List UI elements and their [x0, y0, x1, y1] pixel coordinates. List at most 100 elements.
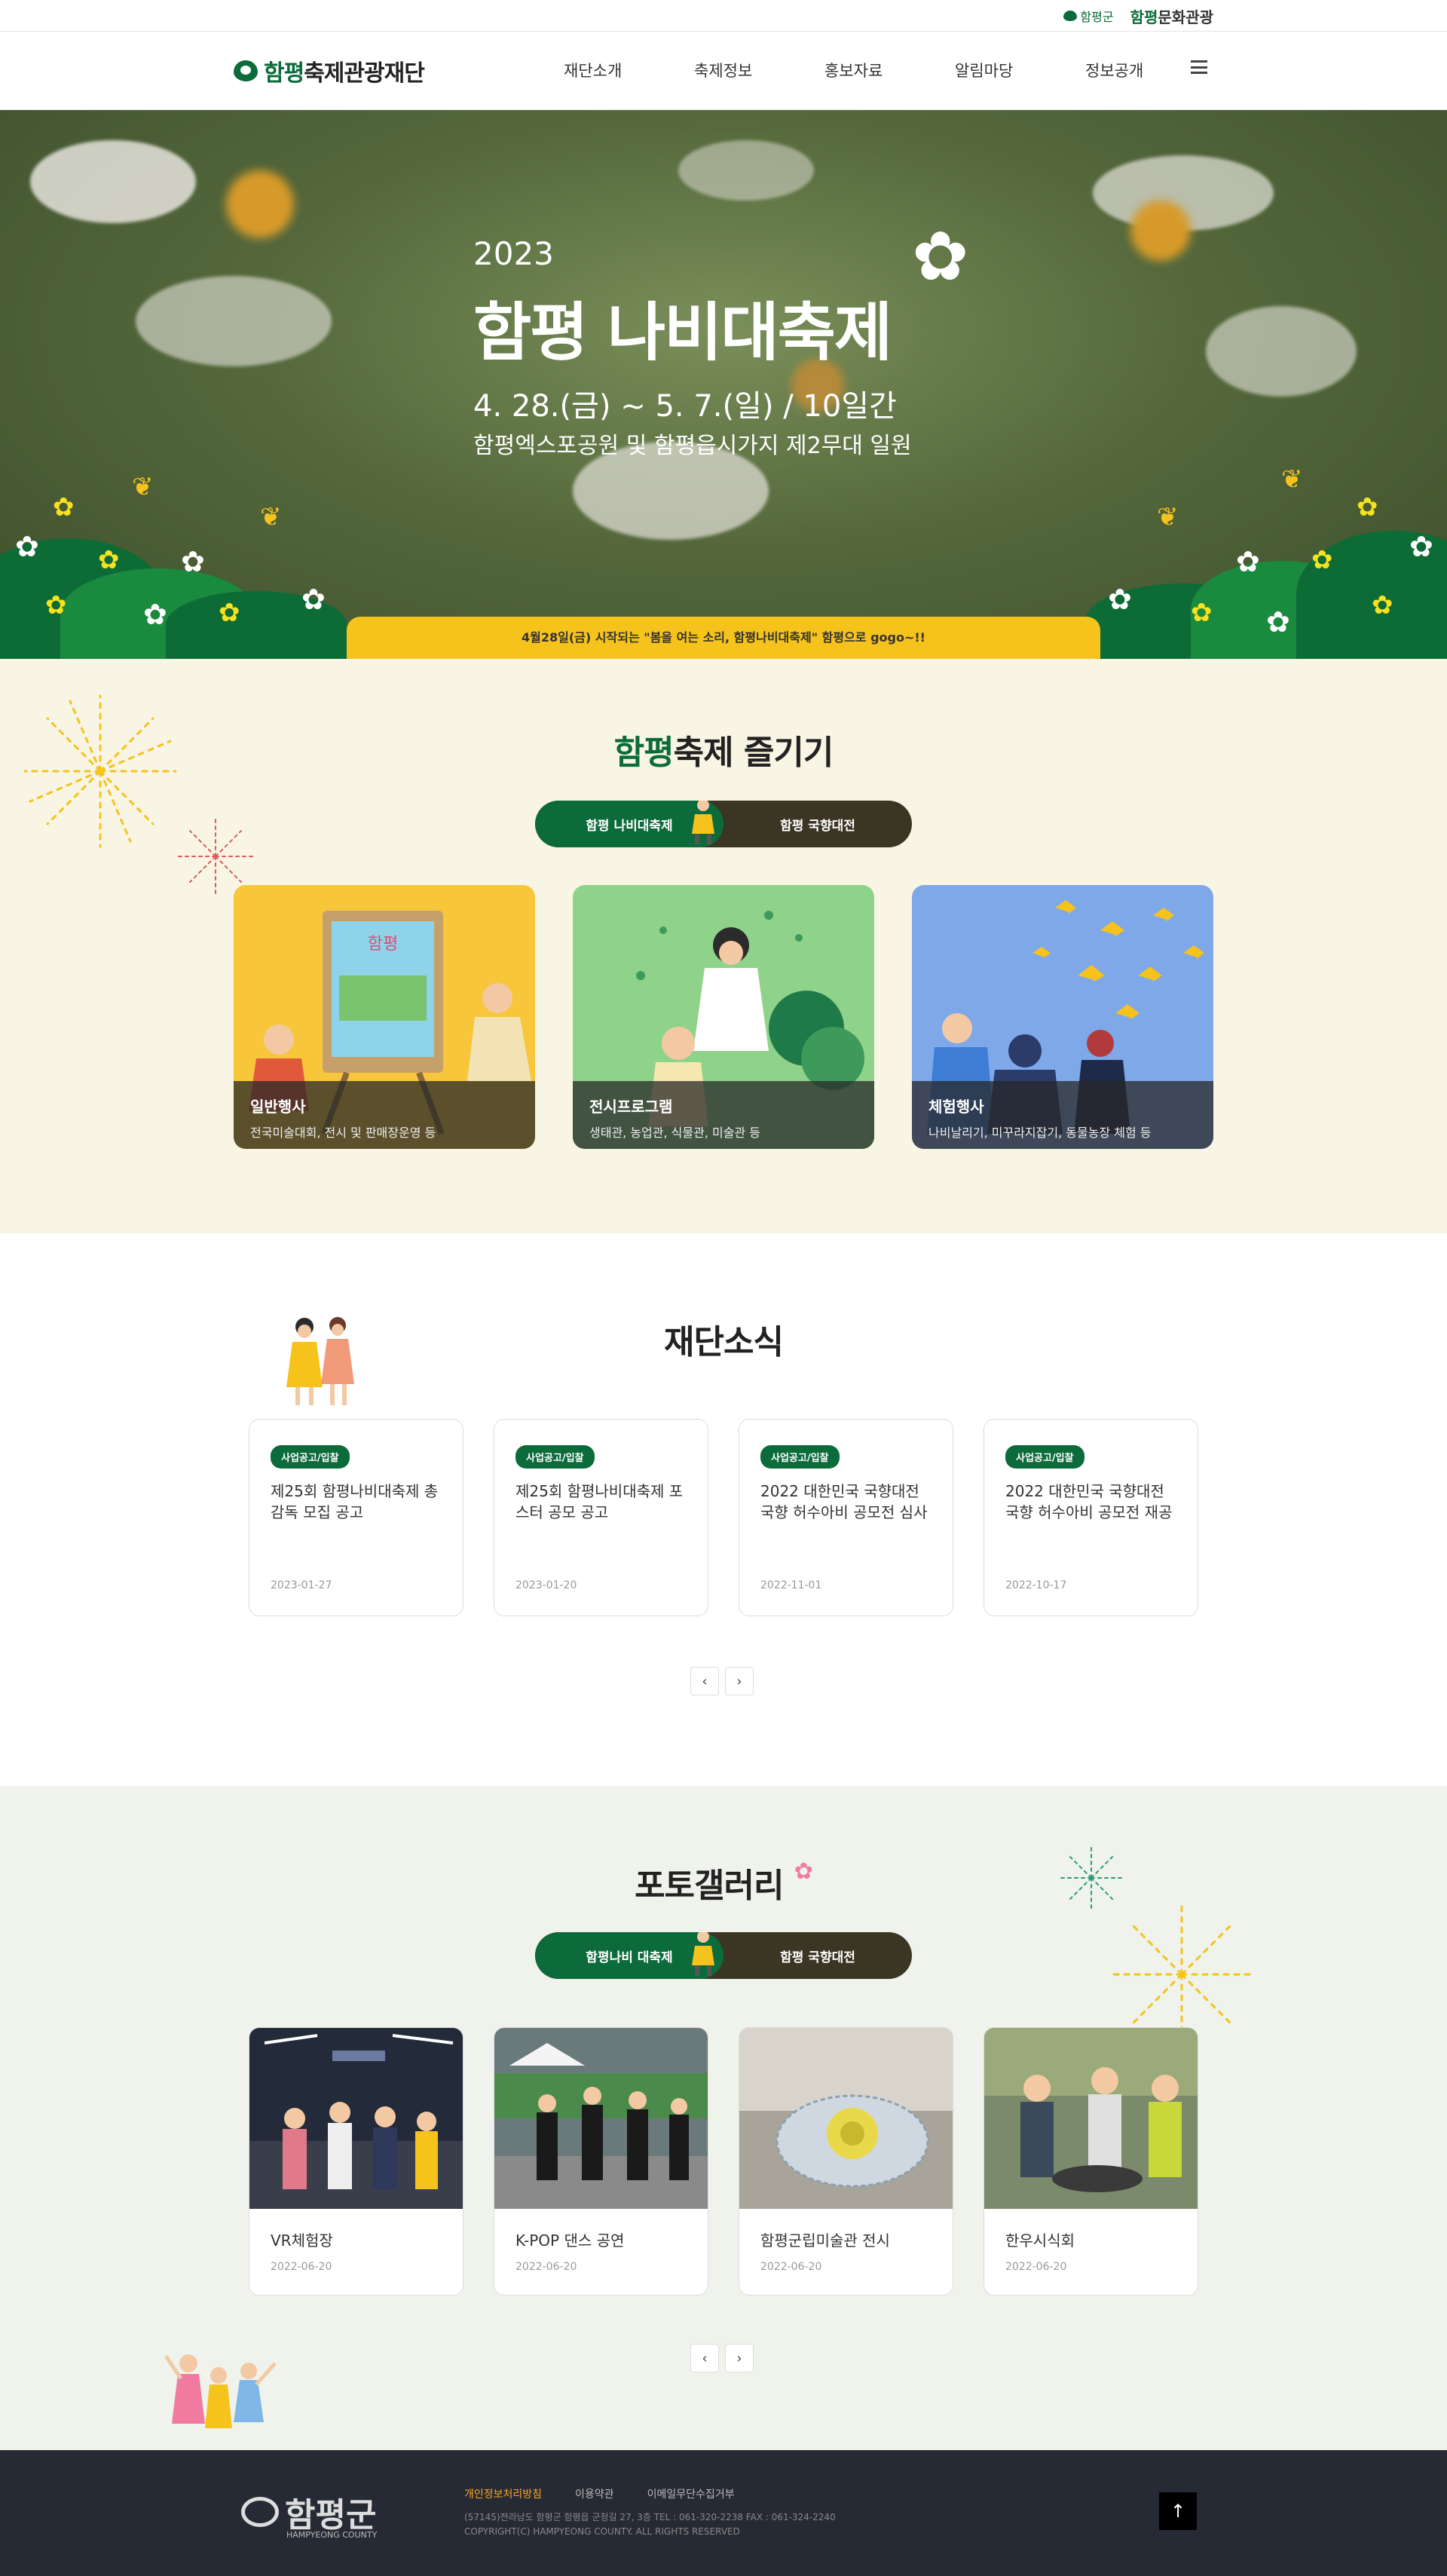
gallery-title: 포토갤러리 ✿	[0, 1858, 1447, 1907]
hero-date: 4. 28.(금) ~ 5. 7.(일) / 10일간	[473, 389, 897, 424]
news-badge: 사업공고/입찰	[760, 1445, 840, 1469]
nav-foundation[interactable]: 재단소개	[564, 59, 694, 81]
gallery-list: VR체험장 2022-06-20 K-POP 댄스 공연 2022-06-20	[249, 2027, 1198, 2296]
firework-red-icon	[177, 818, 254, 895]
news-card-title: 2022 대한민국 국향대전 국향 허수아비 공모전 재공	[1005, 1482, 1173, 1521]
news-pager: ‹ ›	[690, 1667, 758, 1695]
news-card-title: 제25회 함평나비대축제 총감독 모집 공고	[271, 1482, 439, 1521]
scroll-top-button[interactable]: ↑	[1159, 2492, 1197, 2530]
footer-logo[interactable]: 함평군 HAMPYEONG COUNTY	[241, 2488, 377, 2540]
bg-petal	[30, 140, 196, 223]
card-title: 전시프로그램	[589, 1098, 673, 1116]
county-link[interactable]: 함평군	[1063, 7, 1114, 25]
gallery-photo-beef	[984, 2028, 1198, 2209]
bg-flower-center	[1130, 201, 1191, 261]
butterfly-icon: ❦	[1281, 464, 1303, 495]
gallery-photo-kpop	[494, 2028, 708, 2209]
white-flower-icon: ✿	[1236, 545, 1260, 578]
card-exhibition-program[interactable]: 전시프로그램 생태관, 농업관, 식물관, 미술관 등	[573, 885, 874, 1149]
email-refusal-link[interactable]: 이메일무단수집거부	[647, 2486, 735, 2501]
footer-logo-sub: HAMPYEONG COUNTY	[286, 2530, 378, 2540]
news-badge: 사업공고/입찰	[1005, 1445, 1084, 1469]
card-title: 체험행사	[928, 1098, 984, 1116]
festival-title-rest: 축제 즐기기	[673, 734, 834, 772]
gallery-card[interactable]: K-POP 댄스 공연 2022-06-20	[494, 2027, 708, 2296]
gallery-card-title: 한우시식회	[1005, 2231, 1075, 2250]
gallery-next-button[interactable]: ›	[725, 2344, 754, 2372]
pink-flower-icon: ✿	[794, 1858, 813, 1885]
news-card-date: 2023-01-27	[271, 1579, 332, 1591]
news-card-date: 2023-01-20	[515, 1579, 577, 1591]
county-emblem-icon	[241, 2497, 279, 2527]
news-card-date: 2022-11-01	[760, 1579, 822, 1591]
card-caption: 체험행사 나비날리기, 미꾸라지잡기, 동물농장 체험 등	[912, 1081, 1213, 1149]
county-logo-icon	[1063, 11, 1078, 21]
news-card[interactable]: 사업공고/입찰 2022 대한민국 국향대전 국향 허수아비 공모전 재공 20…	[984, 1419, 1198, 1616]
gallery-title-text: 포토갤러리	[635, 1867, 784, 1905]
gallery-photo-vr	[249, 2028, 463, 2209]
card-caption: 전시프로그램 생태관, 농업관, 식물관, 미술관 등	[573, 1081, 874, 1149]
logo-rest: 축제관광재단	[304, 60, 425, 87]
footer-address-block: (57145)전라남도 함평군 함평읍 군청길 27, 3층 TEL : 061…	[464, 2510, 836, 2539]
white-flower-icon: ✿	[301, 583, 326, 616]
festival-title-prefix: 함평	[613, 734, 675, 772]
news-card[interactable]: 사업공고/입찰 제25회 함평나비대축제 총감독 모집 공고 2023-01-2…	[249, 1419, 463, 1616]
festival-tabs: 함평 나비대축제 함평 국향대전	[535, 801, 912, 847]
gallery-section: 포토갤러리 ✿ 함평나비 대축제 함평 국향대전 VR체험장 2022-06-2…	[0, 1786, 1447, 2450]
menu-hamburger-icon[interactable]	[1191, 60, 1207, 74]
news-card[interactable]: 사업공고/입찰 2022 대한민국 국향대전 국향 허수아비 공모전 심사 20…	[739, 1419, 953, 1616]
gallery-card[interactable]: 함평군립미술관 전시 2022-06-20	[739, 2027, 953, 2296]
white-flower-icon: ✿	[1266, 605, 1290, 639]
daisy-icon: ✿	[912, 217, 969, 296]
culture-rest: 문화관광	[1158, 8, 1213, 26]
bg-petal	[1206, 306, 1357, 397]
site-logo[interactable]: 함평축제관광재단	[234, 54, 425, 87]
hero-title: 함평 나비대축제	[473, 296, 892, 369]
gallery-card-title: 함평군립미술관 전시	[760, 2231, 890, 2250]
tab-gallery-chrysanthemum[interactable]: 함평 국향대전	[724, 1932, 912, 1979]
gallery-card-title: VR체험장	[271, 2231, 333, 2250]
white-flower-icon: ✿	[1409, 530, 1433, 563]
gallery-tabs: 함평나비 대축제 함평 국향대전	[535, 1932, 912, 1979]
foundation-logo-icon	[234, 60, 258, 81]
card-caption: 일반행사 전국미술대회, 전시 및 판매장운영 등	[234, 1081, 535, 1149]
gallery-card[interactable]: 한우시식회 2022-06-20	[984, 2027, 1198, 2296]
hero-ribbon: 4월28일(금) 시작되는 "봄을 여는 소리, 함평나비대축제" 함평으로 g…	[347, 617, 1100, 659]
yellow-flower-icon: ✿	[1311, 545, 1333, 575]
bg-petal	[678, 140, 814, 201]
gallery-prev-button[interactable]: ‹	[690, 2344, 719, 2372]
yellow-flower-icon: ✿	[1191, 598, 1213, 628]
yellow-flower-icon: ✿	[1357, 492, 1378, 522]
news-badge: 사업공고/입찰	[515, 1445, 595, 1469]
nav-festival-info[interactable]: 축제정보	[694, 59, 824, 81]
news-next-button[interactable]: ›	[725, 1667, 754, 1695]
card-general-event[interactable]: 함평 일반행사 전국미술대회, 전시 및 판매장운영 등	[234, 885, 535, 1149]
news-section: 재단소식 사업공고/입찰 제25회 함평나비대축제 총감독 모집 공고 2023…	[0, 1233, 1447, 1786]
kid-character-icon	[692, 1932, 714, 1976]
card-experience-event[interactable]: 체험행사 나비날리기, 미꾸라지잡기, 동물농장 체험 등	[912, 885, 1213, 1149]
gallery-card-date: 2022-06-20	[760, 2261, 822, 2273]
bg-flower-center	[226, 170, 294, 238]
news-card-title: 제25회 함평나비대축제 포스터 공모 공고	[515, 1482, 684, 1521]
tab-chrysanthemum-festival[interactable]: 함평 국향대전	[724, 801, 912, 847]
culture-tour-link[interactable]: 함평문화관광	[1130, 5, 1213, 27]
terms-link[interactable]: 이용약관	[575, 2486, 614, 2501]
nav-promotion[interactable]: 홍보자료	[824, 59, 955, 81]
butterfly-icon: ❦	[132, 472, 154, 502]
gallery-pager: ‹ ›	[690, 2344, 758, 2372]
logo-prefix: 함평	[264, 60, 304, 87]
hero-banner[interactable]: 2023 함평 나비대축제 ✿ 4. 28.(금) ~ 5. 7.(일) / 1…	[0, 110, 1447, 659]
firework-yellow-icon	[1109, 1902, 1254, 2047]
privacy-policy-link[interactable]: 개인정보처리방침	[464, 2486, 542, 2501]
footer-links: 개인정보처리방침 이용약관 이메일무단수집거부	[464, 2486, 735, 2501]
news-prev-button[interactable]: ‹	[690, 1667, 719, 1695]
util-bar: 함평군 함평문화관광	[0, 0, 1447, 32]
hero-place: 함평엑스포공원 및 함평읍시가지 제2무대 일원	[473, 433, 912, 459]
gallery-card[interactable]: VR체험장 2022-06-20	[249, 2027, 463, 2296]
nav-notice[interactable]: 알림마당	[955, 59, 1085, 81]
news-card[interactable]: 사업공고/입찰 제25회 함평나비대축제 포스터 공모 공고 2023-01-2…	[494, 1419, 708, 1616]
white-flower-icon: ✿	[15, 530, 39, 563]
card-title: 일반행사	[250, 1098, 306, 1116]
gallery-photo-art	[739, 2028, 953, 2209]
butterfly-icon: ❦	[260, 502, 282, 532]
